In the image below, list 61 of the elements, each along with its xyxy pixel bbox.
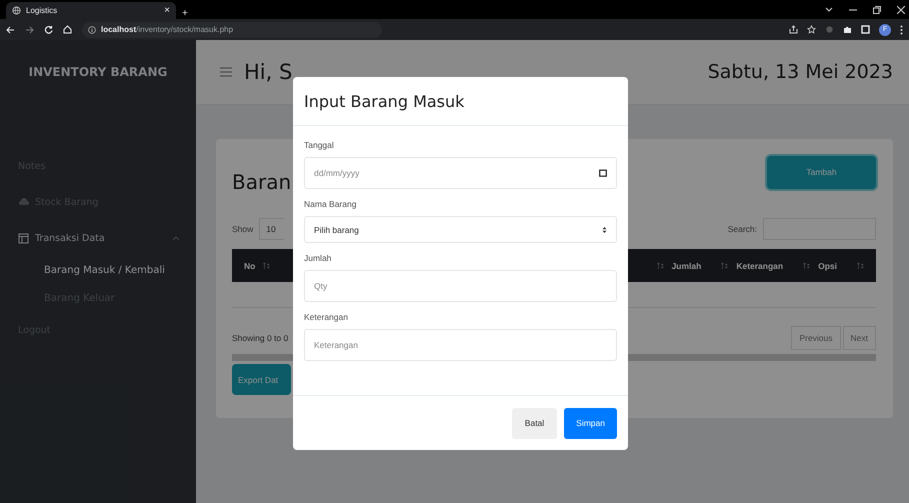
field-label: Jumlah (304, 253, 332, 263)
sort-icon[interactable] (857, 262, 864, 270)
field-label: Nama Barang (304, 199, 358, 209)
new-tab-button[interactable]: + (182, 9, 188, 19)
field-label: Keterangan (304, 312, 349, 322)
address-bar[interactable]: localhost/inventory/stock/masuk.php (82, 22, 382, 38)
search-label: Search: (728, 224, 757, 234)
pagination-button[interactable]: Next (842, 326, 876, 350)
column-header[interactable]: Keterangan (736, 260, 784, 270)
column-header[interactable]: Jumlah (672, 260, 702, 270)
url-text: localhost/inventory/stock/masuk.php (101, 25, 234, 34)
reload-icon[interactable] (44, 25, 53, 34)
sidebar-item[interactable]: Transaksi Data (18, 220, 196, 256)
page-title: Baran (232, 170, 292, 194)
share-icon[interactable] (789, 25, 798, 34)
show-label: Show (232, 224, 254, 234)
export-button[interactable]: Export Dat (232, 364, 291, 395)
chevron-down-icon (825, 7, 833, 12)
input-field[interactable]: Keterangan (304, 329, 617, 361)
side-panel-icon[interactable] (861, 25, 870, 34)
select-field[interactable]: Pilih barang (304, 216, 617, 243)
column-header[interactable]: Opsi (818, 260, 837, 270)
calendar-icon (599, 169, 607, 177)
home-icon[interactable] (63, 25, 72, 34)
sort-icon[interactable] (263, 262, 270, 270)
brand-title: INVENTORY BARANG (28, 64, 168, 81)
input-field[interactable]: Qty (304, 270, 617, 302)
table-icon (18, 232, 29, 244)
minimize-icon (849, 8, 857, 10)
table-info: Showing 0 to 0 (232, 333, 288, 343)
extension-icon[interactable] (825, 25, 834, 34)
browser-tab[interactable]: Logistics × (6, 2, 176, 19)
date-field[interactable]: dd/mm/yyyy (304, 157, 617, 189)
sidebar-item[interactable]: Barang Masuk / Kembali (18, 256, 196, 284)
entries-select[interactable]: 10 (259, 218, 284, 240)
column-header[interactable]: No (244, 260, 256, 270)
tab-close-button[interactable]: × (164, 6, 170, 16)
add-button[interactable]: Tambah (767, 156, 876, 188)
tab-title: Logistics (26, 6, 58, 15)
globe-icon (12, 6, 21, 15)
more-icon[interactable] (900, 24, 903, 34)
info-icon (88, 26, 96, 34)
sort-icon[interactable] (803, 262, 810, 270)
cancel-button[interactable]: Batal (512, 408, 558, 438)
save-button[interactable]: Simpan (564, 408, 617, 438)
sort-icon[interactable] (721, 262, 728, 270)
modal-title: Input Barang Masuk (304, 92, 464, 110)
menu-icon[interactable] (220, 67, 232, 77)
sort-arrows-icon (602, 226, 607, 234)
close-icon (897, 6, 905, 14)
chevron-up-icon (172, 235, 180, 241)
back-arrow-icon[interactable] (6, 26, 15, 34)
cloud-icon (18, 198, 29, 206)
restore-icon (873, 6, 881, 14)
forward-arrow-icon[interactable] (25, 26, 34, 34)
greeting-text: Hi, S (244, 60, 292, 84)
field-label: Tanggal (304, 140, 335, 150)
pagination-button[interactable]: Previous (791, 326, 841, 350)
star-icon[interactable] (807, 25, 816, 34)
date-text: Sabtu, 13 Mei 2023 (708, 61, 893, 83)
sort-icon[interactable] (656, 262, 664, 270)
